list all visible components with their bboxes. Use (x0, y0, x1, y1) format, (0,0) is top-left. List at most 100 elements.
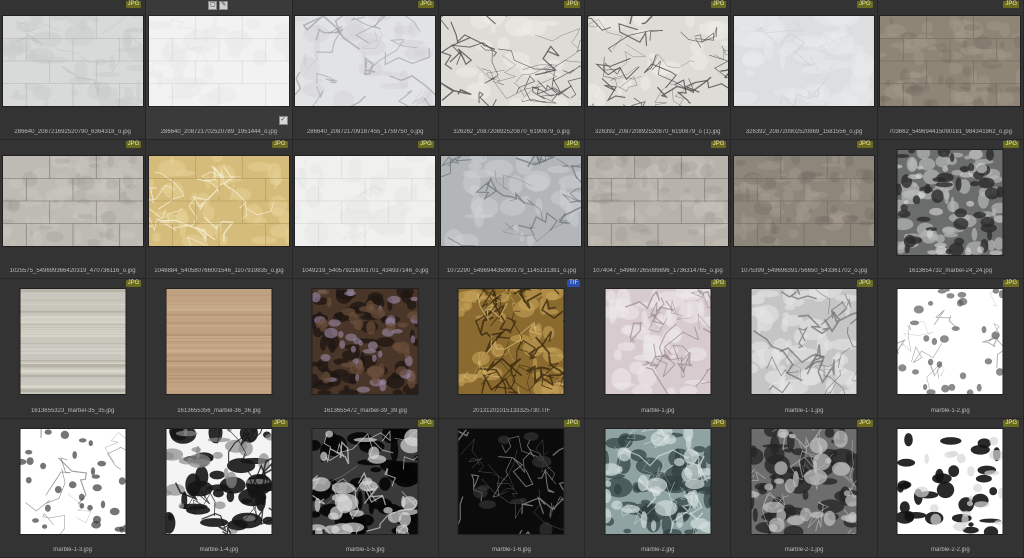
thumbnail-image[interactable] (751, 428, 857, 534)
thumbnail-cell[interactable]: marble-1-3.jpg (0, 418, 147, 558)
thumbnail-cell[interactable]: JPG 286640_208721709187455_1759750_o.jpg (292, 0, 439, 140)
thumbnail-cell[interactable]: JPG 1072290_549694435090179_1145131381_o.… (438, 139, 586, 279)
file-name-label: marble-2-1.jpg (784, 547, 824, 553)
thumbnail-cell[interactable]: JPG 1613654732_marbel-24_24.jpg (877, 139, 1024, 279)
thumbnail-image[interactable] (295, 155, 436, 246)
file-name-label: 1025575_549699366420319_470736116_o.jpg (9, 268, 136, 274)
thumbnail-cell[interactable]: JPG 326392_208720892520870_6190879_o (1).… (585, 0, 732, 140)
thumbnail-cell[interactable]: 1613655472_marbel-39_39.jpg (292, 279, 439, 419)
thumbnail-cell[interactable]: JPG 1048884_540580766001546_1107919835_o.… (146, 139, 293, 279)
file-type-badge: JPG (564, 140, 581, 148)
file-type-badge: JPG (857, 419, 873, 427)
edit-icon[interactable]: ✎ (219, 1, 229, 10)
thumbnail-image[interactable] (458, 428, 564, 534)
thumbnail-cell[interactable]: JPG marble-1-2.jpg (877, 279, 1024, 419)
select-checkbox[interactable]: ✓ (278, 115, 288, 125)
thumbnail-cell[interactable]: ▢ ✎ ✓ 286640_208721702520789_1951444_o.jpg (146, 0, 293, 140)
file-type-badge: JPG (271, 140, 288, 148)
file-name-label: marble-1-4.jpg (199, 547, 239, 553)
file-type-badge: JPG (857, 1, 873, 8)
thumbnail-image[interactable] (605, 428, 711, 534)
thumbnail-image[interactable] (605, 289, 711, 394)
file-name-label: 703662_549694415090181_984341962_o.jpg (888, 128, 1012, 135)
file-type-badge: JPG (710, 419, 727, 427)
file-name-label: 1613654732_marbel-24_24.jpg (908, 268, 993, 274)
file-name-label: 326392_208720902520869_1581556_o.jpg (745, 128, 863, 135)
file-name-label: 1049219_540579216001701_434937146_o.jpg (301, 268, 429, 274)
thumbnail-image[interactable] (2, 155, 143, 246)
thumbnail-cell[interactable]: 1613655356_marbel-36_36.jpg (146, 279, 293, 419)
file-name-label: 1072290_549694435090179_1145131381_o.jpg (446, 268, 577, 274)
item-action-icons: ▢ ✎ (208, 1, 229, 10)
file-type-badge: JPG (710, 140, 727, 148)
thumbnail-image[interactable] (295, 16, 436, 106)
thumbnail-cell[interactable]: JPG 326392_208720902520869_1581556_o.jpg (731, 0, 878, 140)
thumbnail-cell[interactable]: JPG marble-1-4.jpg (146, 418, 293, 558)
thumbnail-cell[interactable]: JPG marble-1-1.jpg (731, 279, 878, 419)
thumbnail-image[interactable] (166, 289, 272, 394)
file-type-badge: JPG (1003, 419, 1019, 427)
file-name-label: 1613655472_marbel-39_39.jpg (323, 407, 407, 414)
thumbnail-image[interactable] (587, 16, 728, 106)
thumbnail-cell[interactable]: JPG 1613655323_marbel-35_35.jpg (0, 279, 147, 419)
thumbnail-image[interactable] (312, 428, 418, 534)
thumbnail-image[interactable] (148, 16, 289, 106)
thumbnail-image[interactable] (20, 428, 126, 534)
thumbnail-image[interactable] (458, 289, 564, 394)
file-type-badge: JPG (564, 1, 581, 8)
file-type-badge: JPG (271, 419, 288, 427)
file-name-label: 1075399_549696391756650_543361702_o.jpg (740, 268, 868, 274)
thumbnail-image[interactable] (897, 289, 1003, 394)
file-name-label: marble-1-3.jpg (53, 547, 92, 553)
file-type-badge: JPG (710, 1, 727, 8)
thumbnail-cell[interactable]: JPG marble-2-1.jpg (731, 418, 878, 558)
file-name-label: marble-2-2.jpg (931, 547, 970, 553)
thumbnail-image[interactable] (587, 155, 728, 246)
thumbnail-image[interactable] (20, 289, 126, 394)
file-name-label: 286640_208721709187455_1759750_o.jpg (306, 128, 424, 135)
file-type-badge: JPG (418, 140, 434, 148)
file-name-label: marble-1-5.jpg (345, 547, 385, 553)
thumbnail-image[interactable] (897, 428, 1003, 534)
thumbnail-cell[interactable]: TIF 20131201015133325730.TIF (438, 279, 586, 419)
thumbnail-cell[interactable]: JPG 1049219_540579216001701_434937146_o.j… (292, 139, 439, 279)
thumbnail-cell[interactable]: JPG 1074047_549697265089896_1736314765_o.… (585, 139, 732, 279)
file-name-label: marble-1-1.jpg (784, 407, 824, 414)
thumbnail-image[interactable] (734, 16, 875, 106)
file-type-badge: JPG (125, 140, 142, 148)
thumbnail-image[interactable] (880, 16, 1021, 106)
file-type-badge: JPG (1003, 1, 1019, 8)
thumbnail-image[interactable] (148, 155, 289, 246)
file-name-label: marble-1-2.jpg (931, 407, 970, 414)
thumbnail-cell[interactable]: JPG marble-2-2.jpg (877, 418, 1024, 558)
file-name-label: 1048884_540580766001546_1107919835_o.jpg (154, 268, 284, 274)
frame-icon[interactable]: ▢ (208, 1, 218, 10)
thumbnail-image[interactable] (312, 289, 418, 394)
thumbnail-image[interactable] (441, 155, 582, 246)
file-type-badge: JPG (125, 280, 142, 287)
thumbnail-image[interactable] (734, 155, 875, 246)
file-name-label: marble-1.jpg (641, 407, 675, 414)
file-name-label: 326262_208720892520870_6190879_o.jpg (453, 128, 570, 135)
thumbnail-cell[interactable]: JPG 1075399_549696391756650_543361702_o.j… (731, 139, 878, 279)
thumbnail-cell[interactable]: JPG 703662_549694415090181_984341962_o.jp… (877, 0, 1024, 140)
thumbnail-cell[interactable]: JPG marble-1.jpg (585, 279, 732, 419)
thumbnail-image[interactable] (751, 289, 857, 394)
file-type-badge: JPG (710, 280, 727, 287)
thumbnail-cell[interactable]: JPG 286640_208721692520790_6364318_o.jpg (0, 0, 147, 140)
file-type-badge: JPG (418, 419, 434, 427)
thumbnail-image[interactable] (2, 16, 143, 106)
thumbnail-cell[interactable]: JPG marble-1-5.jpg (292, 418, 439, 558)
thumbnail-cell[interactable]: JPG 1025575_549699366420319_470736116_o.j… (0, 139, 147, 279)
file-name-label: 1074047_549697265089896_1736314765_o.jpg (592, 268, 723, 274)
thumbnail-cell[interactable]: JPG marble-2.jpg (585, 418, 732, 558)
thumbnail-image[interactable] (441, 16, 582, 106)
file-name-label: 286640_208721702520789_1951444_o.jpg (160, 128, 278, 135)
thumbnail-image[interactable] (897, 149, 1003, 255)
thumbnail-image[interactable] (166, 428, 272, 534)
file-name-label: 1613655323_marbel-35_35.jpg (30, 407, 115, 414)
file-type-badge: JPG (125, 1, 142, 8)
thumbnail-cell[interactable]: JPG 326262_208720892520870_6190879_o.jpg (438, 0, 586, 140)
file-name-label: 1613655356_marbel-36_36.jpg (177, 407, 261, 414)
thumbnail-cell[interactable]: JPG marble-1-6.jpg (438, 418, 586, 558)
